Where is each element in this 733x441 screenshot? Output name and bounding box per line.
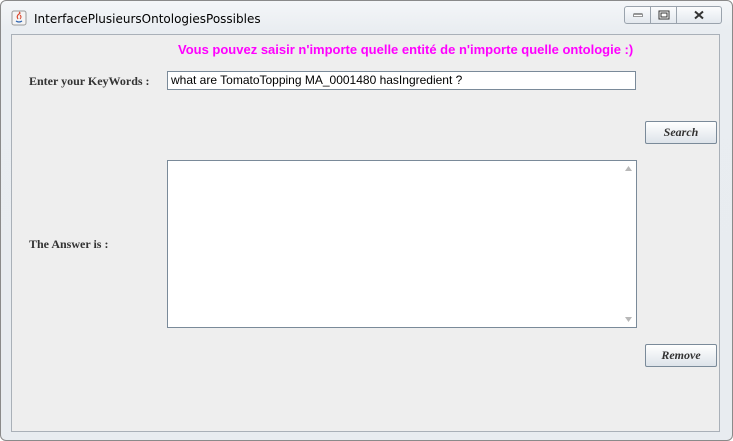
minimize-icon — [633, 13, 642, 17]
window-controls — [624, 6, 722, 24]
search-button[interactable]: Search — [645, 121, 717, 144]
java-icon — [11, 10, 27, 26]
title-bar[interactable]: InterfacePlusieursOntologiesPossibles — [1, 1, 732, 34]
answer-scrollbar[interactable] — [621, 161, 636, 327]
close-icon — [694, 10, 704, 20]
close-button[interactable] — [677, 6, 722, 24]
maximize-icon — [658, 10, 669, 20]
minimize-button[interactable] — [624, 6, 651, 24]
keywords-input[interactable]: what are TomatoTopping MA_0001480 hasIng… — [167, 71, 636, 90]
remove-button[interactable]: Remove — [645, 344, 717, 367]
app-window: InterfacePlusieursOntologiesPossibles Vo… — [0, 0, 733, 441]
scroll-up-icon[interactable] — [625, 166, 632, 171]
window-title: InterfacePlusieursOntologiesPossibles — [34, 12, 261, 26]
main-panel: Vous pouvez saisir n'importe quelle enti… — [11, 34, 720, 432]
info-banner: Vous pouvez saisir n'importe quelle enti… — [178, 42, 634, 57]
keywords-label: Enter your KeyWords : — [29, 74, 150, 88]
answer-label: The Answer is : — [29, 237, 109, 251]
scroll-down-icon[interactable] — [625, 317, 632, 322]
answer-textarea[interactable] — [167, 160, 637, 328]
maximize-button[interactable] — [651, 6, 677, 24]
